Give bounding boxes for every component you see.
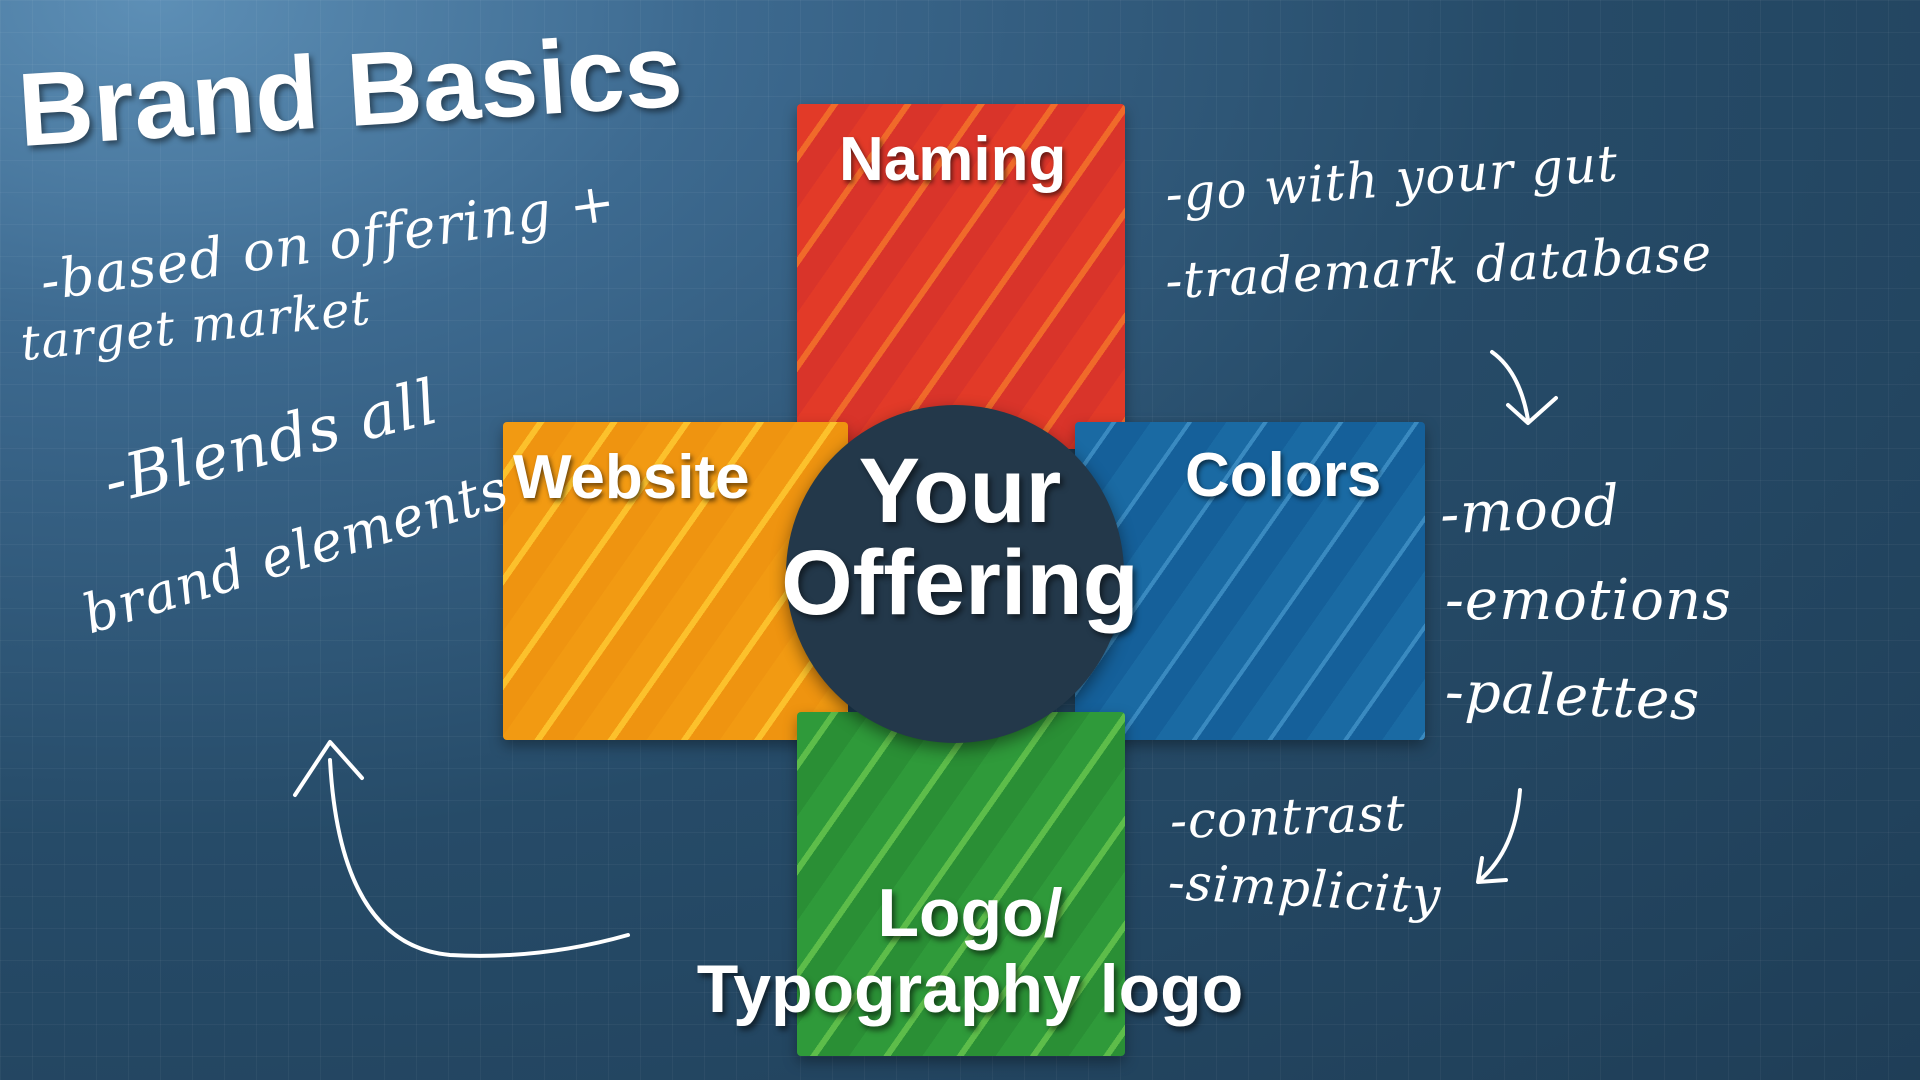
hand-drawn-arrows xyxy=(293,350,1558,958)
arrow-curved-to-logo-notes xyxy=(1476,788,1522,884)
arrow-down-to-colors-notes xyxy=(1490,350,1558,425)
arrow-curved-to-website xyxy=(293,740,630,958)
